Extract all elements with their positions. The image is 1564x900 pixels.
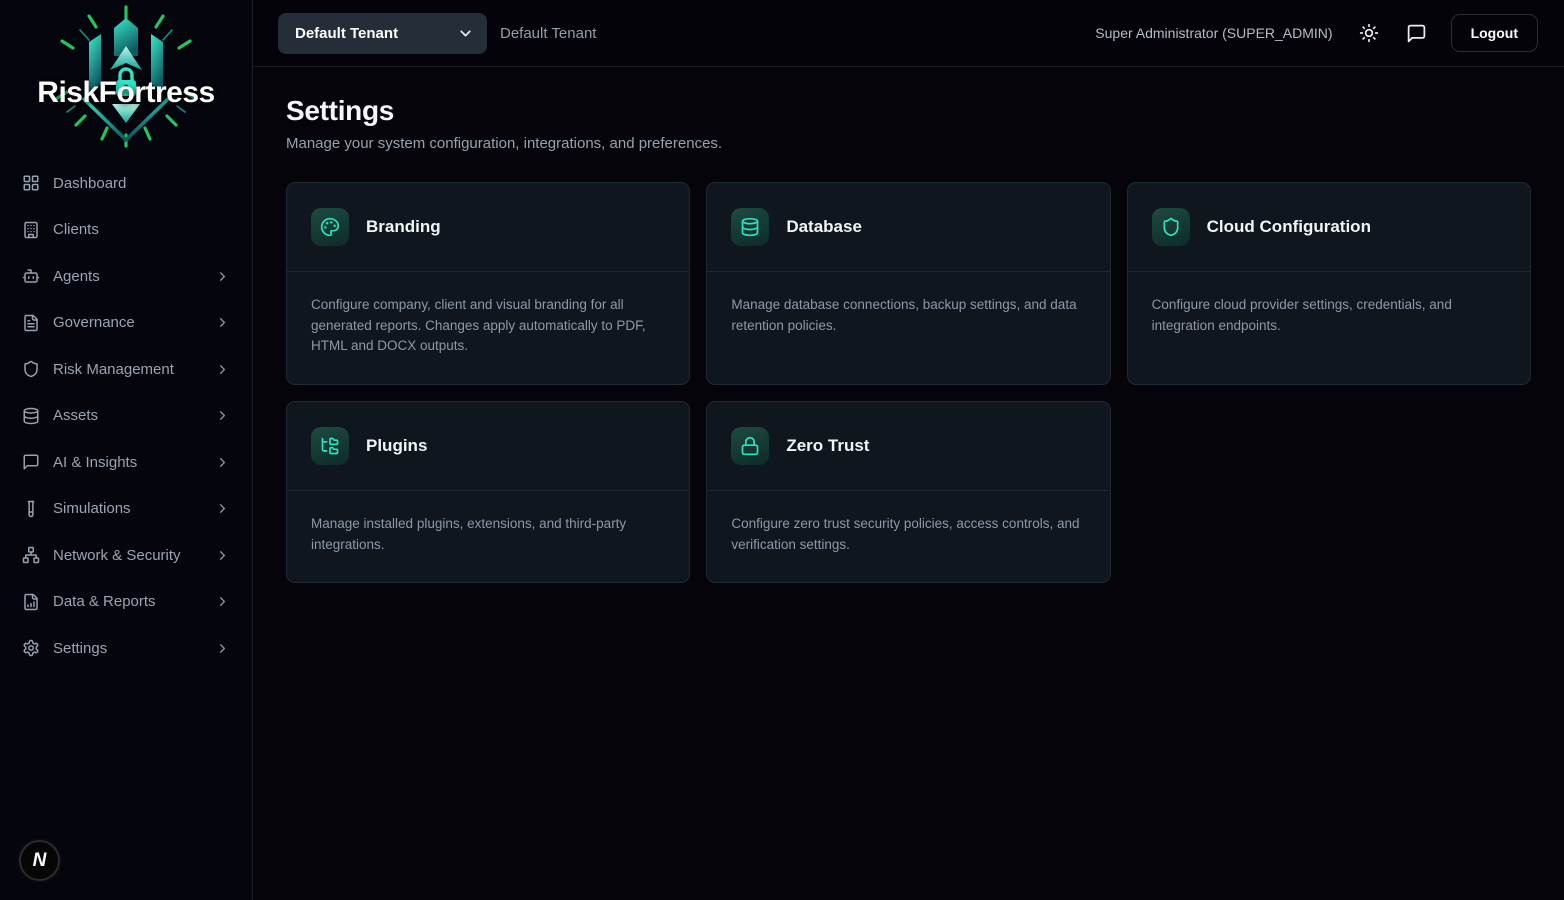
sidebar-item-settings[interactable]: Settings [0, 625, 252, 672]
topbar: Default Tenant Default Tenant Super Admi… [253, 0, 1564, 67]
card-description: Configure cloud provider settings, crede… [1128, 272, 1530, 363]
sidebar-item-label: Agents [53, 268, 100, 285]
sidebar-item-data-reports[interactable]: Data & Reports [0, 579, 252, 626]
sidebar-item-label: Settings [53, 640, 107, 657]
message-square-icon [22, 453, 40, 471]
chevron-right-icon [215, 455, 230, 470]
test-tube-icon [22, 500, 40, 518]
card-title: Zero Trust [786, 436, 869, 456]
gear-icon [22, 639, 40, 657]
sidebar-item-network-security[interactable]: Network & Security [0, 532, 252, 579]
tenant-select-value: Default Tenant [295, 25, 398, 42]
page-subtitle: Manage your system configuration, integr… [286, 135, 1531, 152]
palette-icon [320, 217, 340, 237]
chevron-right-icon [215, 408, 230, 423]
topbar-right: Super Administrator (SUPER_ADMIN) Logout [1095, 13, 1538, 53]
sidebar-item-label: Assets [53, 407, 98, 424]
sidebar-item-label: Clients [53, 221, 99, 238]
sidebar-item-assets[interactable]: Assets [0, 393, 252, 440]
sidebar-item-governance[interactable]: Governance [0, 300, 252, 347]
chevron-right-icon [215, 594, 230, 609]
file-text-icon [22, 314, 40, 332]
card-title: Cloud Configuration [1207, 217, 1371, 237]
sidebar-item-ai-insights[interactable]: AI & Insights [0, 439, 252, 486]
card-description: Configure zero trust security policies, … [707, 491, 1109, 582]
tenant-select[interactable]: Default Tenant [278, 13, 487, 54]
chevron-right-icon [215, 501, 230, 516]
sidebar-item-clients[interactable]: Clients [0, 207, 252, 254]
sidebar: RiskFortress Dashboard Clients Agents Go… [0, 0, 253, 900]
message-square-icon [1406, 23, 1427, 44]
building-icon [22, 221, 40, 239]
page-title: Settings [286, 95, 1531, 127]
settings-cards-grid: Branding Configure company, client and v… [286, 182, 1531, 583]
dev-badge-letter: N [33, 850, 47, 872]
settings-card-branding[interactable]: Branding Configure company, client and v… [286, 182, 690, 385]
tenant-label: Default Tenant [500, 25, 596, 42]
database-icon [740, 217, 760, 237]
card-header: Cloud Configuration [1128, 183, 1530, 271]
card-header: Zero Trust [707, 402, 1109, 490]
current-user-label: Super Administrator (SUPER_ADMIN) [1095, 25, 1332, 41]
chevron-right-icon [215, 315, 230, 330]
sidebar-item-label: Governance [53, 314, 135, 331]
bot-icon [22, 267, 40, 285]
app-logo: RiskFortress [0, 0, 252, 158]
card-header: Plugins [287, 402, 689, 490]
shield-icon [1161, 217, 1181, 237]
app-title: RiskFortress [0, 76, 252, 110]
sidebar-item-label: Data & Reports [53, 593, 156, 610]
database-icon [22, 407, 40, 425]
chat-button[interactable] [1397, 13, 1437, 53]
chevron-right-icon [215, 548, 230, 563]
sidebar-item-label: Network & Security [53, 547, 181, 564]
folder-tree-icon [320, 436, 340, 456]
sidebar-item-dashboard[interactable]: Dashboard [0, 160, 252, 207]
shield-icon [22, 360, 40, 378]
settings-card-zero-trust[interactable]: Zero Trust Configure zero trust security… [706, 401, 1110, 583]
network-icon [22, 546, 40, 564]
dev-badge[interactable]: N [19, 840, 60, 881]
sidebar-item-label: Dashboard [53, 175, 126, 192]
icon-tile [1152, 208, 1190, 246]
card-description: Configure company, client and visual bra… [287, 272, 689, 384]
settings-page: Settings Manage your system configuratio… [253, 67, 1564, 900]
icon-tile [731, 208, 769, 246]
sidebar-nav: Dashboard Clients Agents Governance Risk… [0, 160, 252, 672]
sidebar-item-label: Risk Management [53, 361, 174, 378]
settings-card-cloud-configuration[interactable]: Cloud Configuration Configure cloud prov… [1127, 182, 1531, 385]
card-description: Manage installed plugins, extensions, an… [287, 491, 689, 582]
card-title: Database [786, 217, 862, 237]
chevron-right-icon [215, 269, 230, 284]
sidebar-item-label: Simulations [53, 500, 131, 517]
card-description: Manage database connections, backup sett… [707, 272, 1109, 363]
sidebar-item-label: AI & Insights [53, 454, 137, 471]
sidebar-item-risk-management[interactable]: Risk Management [0, 346, 252, 393]
theme-toggle-button[interactable] [1349, 13, 1389, 53]
card-header: Database [707, 183, 1109, 271]
chevron-down-icon [457, 25, 474, 42]
card-title: Branding [366, 217, 441, 237]
icon-tile [731, 427, 769, 465]
settings-card-database[interactable]: Database Manage database connections, ba… [706, 182, 1110, 385]
sun-icon [1359, 23, 1379, 43]
card-title: Plugins [366, 436, 427, 456]
settings-card-plugins[interactable]: Plugins Manage installed plugins, extens… [286, 401, 690, 583]
chevron-right-icon [215, 641, 230, 656]
file-bar-chart-icon [22, 593, 40, 611]
chevron-right-icon [215, 362, 230, 377]
logout-button[interactable]: Logout [1451, 14, 1538, 52]
layout-grid-icon [22, 174, 40, 192]
icon-tile [311, 208, 349, 246]
card-header: Branding [287, 183, 689, 271]
sidebar-item-simulations[interactable]: Simulations [0, 486, 252, 533]
lock-icon [740, 436, 760, 456]
sidebar-item-agents[interactable]: Agents [0, 253, 252, 300]
icon-tile [311, 427, 349, 465]
